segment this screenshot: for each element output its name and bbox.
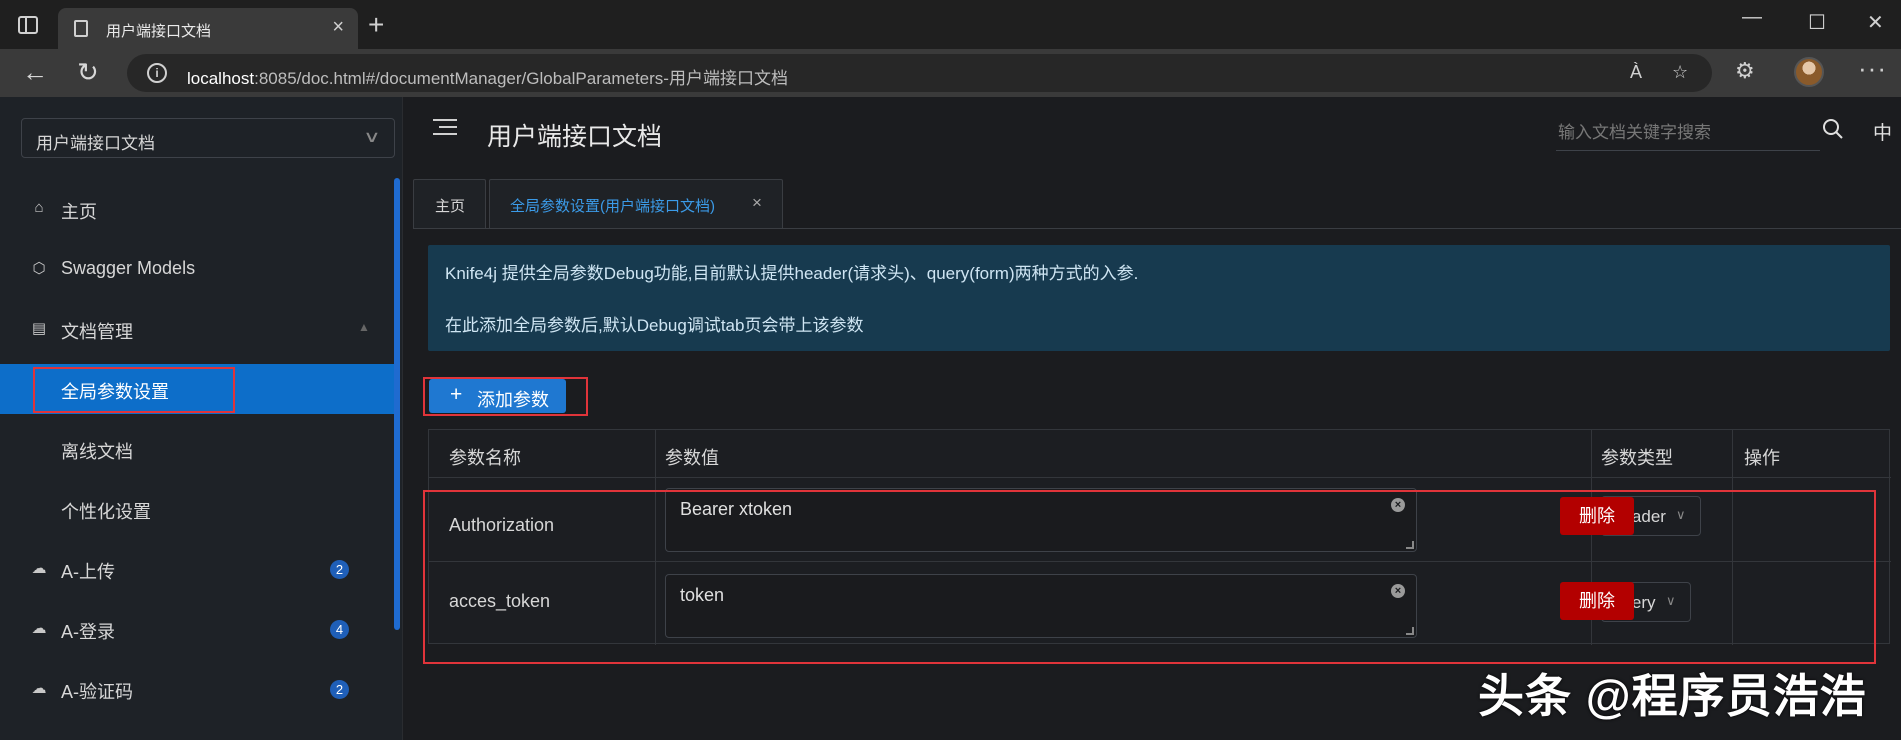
close-icon[interactable]: × [752, 193, 762, 213]
column-header: 参数类型 [1601, 448, 1673, 468]
sidebar-item-upload[interactable]: ☁ A-上传 2 [0, 544, 394, 594]
tab-global-params[interactable]: 全局参数设置(用户端接口文档) × [489, 179, 783, 229]
sidebar-item-label: A-上传 [61, 562, 115, 582]
sidebar-item-captcha[interactable]: ☁ A-验证码 2 [0, 664, 394, 714]
column-header: 操作 [1744, 448, 1780, 468]
extensions-icon[interactable]: ⚙ [1735, 58, 1755, 84]
param-value-textarea[interactable]: Bearer xtoken × [665, 488, 1417, 552]
sidebar-item-label: 离线文档 [61, 442, 133, 462]
back-icon[interactable]: ← [22, 57, 48, 88]
cloud-icon: ☁ [31, 560, 47, 577]
delete-button[interactable]: 删除 [1560, 582, 1634, 620]
close-window-icon[interactable]: ✕ [1867, 10, 1884, 35]
count-badge: 2 [330, 560, 349, 579]
param-value-text: Bearer xtoken [680, 499, 793, 519]
maximize-icon[interactable]: ☐ [1808, 10, 1826, 35]
sidebar-item-login[interactable]: ☁ A-登录 4 [0, 604, 394, 654]
page-title: 用户端接口文档 [487, 123, 663, 151]
language-button[interactable]: 中 [1873, 118, 1892, 145]
tab-label: 全局参数设置(用户端接口文档) [510, 198, 715, 215]
cube-icon: ⬡ [32, 260, 46, 277]
doc-manage-icon: ▤ [31, 320, 47, 337]
group-select[interactable]: 用户端接口文档 ∨ [21, 118, 395, 158]
tabs-divider [413, 228, 1901, 229]
delete-button[interactable]: 删除 [1560, 497, 1634, 535]
browser-tab-title: 用户端接口文档 [106, 23, 212, 40]
sidebar-scrollbar[interactable] [394, 178, 400, 630]
sidebar-item-home[interactable]: ⌂ 主页 [0, 184, 394, 234]
resize-grip-icon[interactable] [1406, 627, 1414, 635]
avatar[interactable] [1794, 57, 1824, 87]
param-value-text: token [680, 585, 725, 605]
info-icon[interactable]: i [147, 63, 167, 83]
param-name: Authorization [449, 515, 555, 535]
chevron-down-icon: ∨ [1676, 507, 1686, 522]
cloud-icon: ☁ [31, 620, 47, 637]
plus-icon: + [450, 383, 463, 406]
menu-collapse-icon[interactable] [433, 119, 457, 141]
watermark: 头条 @程序员浩浩 [1478, 670, 1867, 722]
sidebar: 用户端接口文档 ∨ ⌂ 主页 ⬡ Swagger Models ▤ 文档管理 ▲… [0, 97, 402, 740]
address-bar-row: ← ↻ i localhost:8085/doc.html#/documentM… [0, 49, 1901, 97]
browser-tab[interactable]: 用户端接口文档 × [58, 8, 358, 49]
sidebar-item-label: 主页 [61, 202, 97, 222]
sidebar-item-offline-doc[interactable]: 离线文档 [0, 424, 394, 474]
group-select-value: 用户端接口文档 [36, 134, 155, 153]
favorite-add-icon[interactable]: ☆ [1672, 62, 1688, 83]
main-content: 用户端接口文档 中 主页 全局参数设置(用户端接口文档) × Knife4j 提… [402, 97, 1901, 740]
chevron-down-icon: ∨ [363, 129, 381, 146]
sidebar-item-label: A-验证码 [61, 682, 133, 702]
column-header: 参数名称 [449, 448, 521, 468]
clear-icon[interactable]: × [1391, 584, 1405, 598]
count-badge: 4 [330, 620, 349, 639]
more-icon[interactable]: ··· [1858, 53, 1887, 84]
tab-home[interactable]: 主页 [413, 179, 486, 229]
close-icon[interactable]: × [332, 16, 344, 39]
document-icon [74, 20, 88, 37]
url-text[interactable]: localhost:8085/doc.html#/documentManager… [187, 64, 788, 89]
sidebar-item-label: 全局参数设置 [61, 382, 169, 402]
chevron-up-icon: ▲ [358, 320, 370, 334]
sidebar-item-personalize[interactable]: 个性化设置 [0, 484, 394, 534]
column-header: 参数值 [665, 448, 719, 468]
sidebar-item-label: 个性化设置 [61, 502, 151, 522]
sidebar-toggle-icon[interactable] [18, 16, 38, 34]
url-bar[interactable]: i localhost:8085/doc.html#/documentManag… [127, 54, 1712, 92]
param-value-textarea[interactable]: token × [665, 574, 1417, 638]
sidebar-item-doc-manage[interactable]: ▤ 文档管理 ▲ [0, 304, 394, 354]
tab-label: 主页 [435, 198, 466, 215]
sidebar-item-global-params[interactable]: 全局参数设置 [0, 364, 394, 414]
add-param-label: 添加参数 [477, 390, 549, 410]
browser-tab-strip: 用户端接口文档 × + — ☐ ✕ [0, 0, 1901, 49]
plus-icon[interactable]: + [368, 9, 384, 41]
sidebar-item-label: 文档管理 [61, 322, 133, 342]
home-icon: ⌂ [34, 199, 44, 216]
clear-icon[interactable]: × [1391, 498, 1405, 512]
search-input[interactable] [1556, 115, 1820, 151]
cloud-icon: ☁ [31, 680, 47, 697]
notice-line: Knife4j 提供全局参数Debug功能,目前默认提供header(请求头)、… [445, 264, 1139, 283]
param-name: acces_token [449, 591, 551, 611]
read-aloud-icon[interactable]: À [1630, 62, 1642, 83]
chevron-down-icon: ∨ [1666, 593, 1676, 608]
header: 用户端接口文档 中 [403, 97, 1901, 165]
refresh-icon[interactable]: ↻ [77, 57, 99, 88]
search-icon[interactable] [1819, 115, 1847, 143]
global-params-table: 参数名称 参数值 参数类型 操作 Authorization Bearer xt… [428, 429, 1891, 645]
sidebar-item-swagger-models[interactable]: ⬡ Swagger Models [0, 244, 394, 294]
info-notice: Knife4j 提供全局参数Debug功能,目前默认提供header(请求头)、… [428, 245, 1890, 351]
count-badge: 2 [330, 680, 349, 699]
resize-grip-icon[interactable] [1406, 541, 1414, 549]
sidebar-item-label: A-登录 [61, 622, 115, 642]
notice-line: 在此添加全局参数后,默认Debug调试tab页会带上该参数 [445, 316, 864, 335]
minimize-icon[interactable]: — [1742, 6, 1762, 29]
sidebar-item-label: Swagger Models [61, 258, 196, 278]
add-param-button[interactable]: + 添加参数 [429, 379, 566, 413]
